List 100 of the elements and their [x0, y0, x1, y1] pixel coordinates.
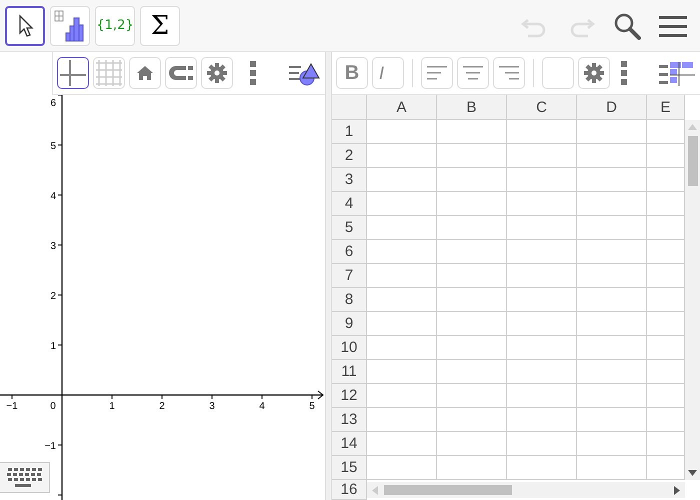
- table-cell[interactable]: [577, 168, 647, 192]
- table-cell[interactable]: [507, 216, 577, 240]
- row-header[interactable]: 14: [332, 432, 367, 456]
- row-header[interactable]: 5: [332, 216, 367, 240]
- table-cell[interactable]: [507, 312, 577, 336]
- table-cell[interactable]: [367, 360, 437, 384]
- row-header[interactable]: 4: [332, 192, 367, 216]
- table-cell[interactable]: [437, 336, 507, 360]
- table-cell[interactable]: [507, 432, 577, 456]
- column-header[interactable]: C: [507, 95, 577, 120]
- horizontal-scrollbar[interactable]: [367, 482, 685, 498]
- table-cell[interactable]: [507, 408, 577, 432]
- column-header[interactable]: A: [367, 95, 437, 120]
- table-cell[interactable]: [577, 120, 647, 144]
- table-cell[interactable]: [367, 120, 437, 144]
- column-header[interactable]: B: [437, 95, 507, 120]
- table-cell[interactable]: [577, 384, 647, 408]
- table-cell[interactable]: [367, 312, 437, 336]
- row-header[interactable]: 3: [332, 168, 367, 192]
- table-cell[interactable]: [577, 288, 647, 312]
- table-cell[interactable]: [367, 264, 437, 288]
- table-cell[interactable]: [577, 192, 647, 216]
- row-header[interactable]: 9: [332, 312, 367, 336]
- table-cell[interactable]: [367, 144, 437, 168]
- axes-button[interactable]: [57, 57, 89, 89]
- table-cell[interactable]: [437, 168, 507, 192]
- table-cell[interactable]: [367, 408, 437, 432]
- table-cell[interactable]: [437, 312, 507, 336]
- column-header[interactable]: E: [647, 95, 685, 120]
- table-cell[interactable]: [367, 336, 437, 360]
- capture-button[interactable]: [165, 57, 197, 89]
- table-cell[interactable]: [437, 192, 507, 216]
- align-right-button[interactable]: [493, 57, 525, 89]
- table-cell[interactable]: [577, 456, 647, 480]
- row-header[interactable]: 11: [332, 360, 367, 384]
- table-cell[interactable]: [367, 288, 437, 312]
- settings-button[interactable]: [578, 57, 610, 89]
- table-cell[interactable]: [577, 312, 647, 336]
- table-cell[interactable]: [437, 216, 507, 240]
- table-cell[interactable]: [367, 192, 437, 216]
- corner-cell[interactable]: [332, 95, 367, 120]
- table-cell[interactable]: [437, 240, 507, 264]
- align-center-button[interactable]: [457, 57, 489, 89]
- align-left-button[interactable]: [421, 57, 453, 89]
- table-cell[interactable]: [367, 456, 437, 480]
- italic-button[interactable]: I: [372, 57, 404, 89]
- scrollbar-thumb[interactable]: [688, 136, 698, 186]
- table-cell[interactable]: [577, 408, 647, 432]
- vertical-scrollbar[interactable]: [685, 120, 700, 480]
- table-cell[interactable]: [577, 264, 647, 288]
- table-cell[interactable]: [507, 288, 577, 312]
- row-header[interactable]: 10: [332, 336, 367, 360]
- scrollbar-thumb[interactable]: [384, 485, 512, 495]
- table-cell[interactable]: [437, 360, 507, 384]
- table-cell[interactable]: [437, 408, 507, 432]
- table-cell[interactable]: [507, 240, 577, 264]
- row-header[interactable]: 8: [332, 288, 367, 312]
- settings-button[interactable]: [201, 57, 233, 89]
- table-cell[interactable]: [507, 360, 577, 384]
- column-header[interactable]: D: [577, 95, 647, 120]
- color-button[interactable]: [542, 57, 574, 89]
- keyboard-button[interactable]: [0, 462, 50, 493]
- table-cell[interactable]: [577, 432, 647, 456]
- row-header[interactable]: 12: [332, 384, 367, 408]
- table-cell[interactable]: [437, 384, 507, 408]
- table-cell[interactable]: [507, 168, 577, 192]
- table-cell[interactable]: [367, 168, 437, 192]
- table-cell[interactable]: [367, 432, 437, 456]
- table-cell[interactable]: [507, 192, 577, 216]
- table-cell[interactable]: [507, 144, 577, 168]
- bold-button[interactable]: B: [336, 57, 368, 89]
- row-header[interactable]: 15: [332, 456, 367, 480]
- table-cell[interactable]: [437, 120, 507, 144]
- table-cell[interactable]: [577, 216, 647, 240]
- table-cell[interactable]: [577, 144, 647, 168]
- table-cell[interactable]: [507, 456, 577, 480]
- table-cell[interactable]: [437, 264, 507, 288]
- table-cell[interactable]: [577, 336, 647, 360]
- row-header[interactable]: 6: [332, 240, 367, 264]
- tool-button[interactable]: {1,2}: [95, 6, 135, 46]
- table-cell[interactable]: [507, 120, 577, 144]
- row-header[interactable]: 7: [332, 264, 367, 288]
- table-cell[interactable]: [437, 456, 507, 480]
- tool-button[interactable]: Σ: [140, 6, 180, 46]
- table-cell[interactable]: [437, 288, 507, 312]
- table-cell[interactable]: [367, 216, 437, 240]
- row-header[interactable]: 13: [332, 408, 367, 432]
- table-cell[interactable]: [577, 360, 647, 384]
- table-cell[interactable]: [437, 432, 507, 456]
- table-cell[interactable]: [507, 336, 577, 360]
- row-header[interactable]: 2: [332, 144, 367, 168]
- table-cell[interactable]: [437, 144, 507, 168]
- table-cell[interactable]: [507, 264, 577, 288]
- table-cell[interactable]: [577, 240, 647, 264]
- tool-button[interactable]: [5, 6, 45, 46]
- home-button[interactable]: [129, 57, 161, 89]
- table-cell[interactable]: [507, 384, 577, 408]
- row-header[interactable]: 1: [332, 120, 367, 144]
- row-header[interactable]: 16: [332, 480, 367, 500]
- table-cell[interactable]: [367, 384, 437, 408]
